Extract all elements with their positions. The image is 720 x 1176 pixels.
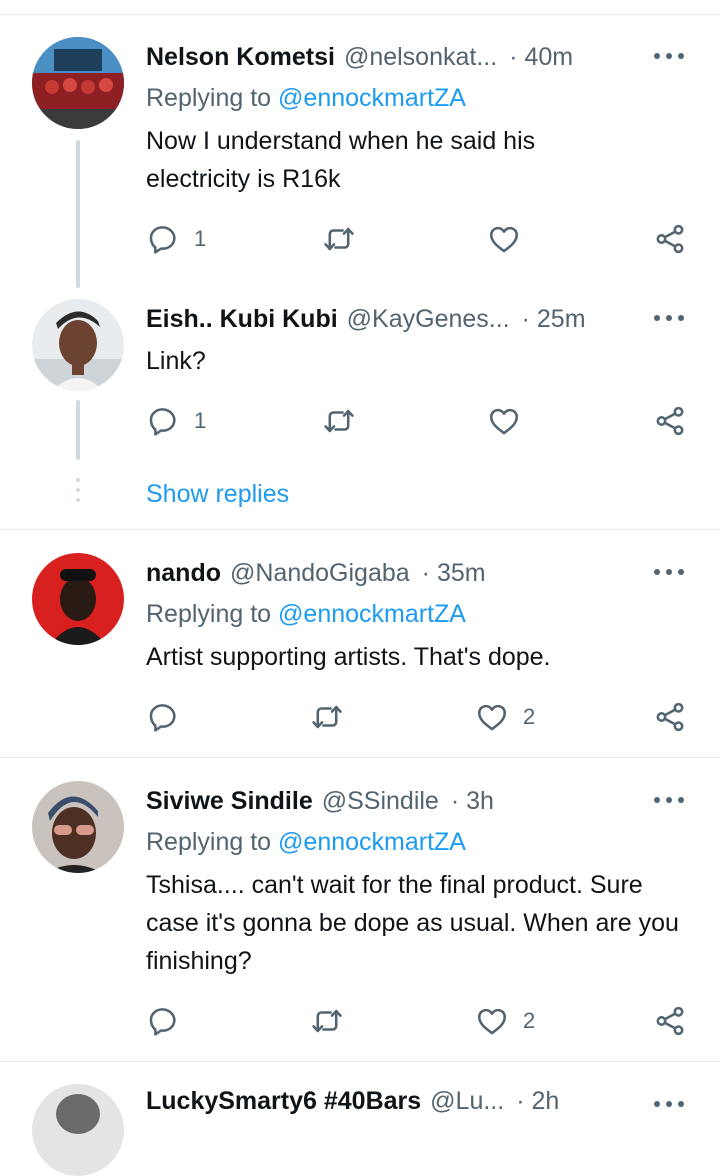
thread-line [76, 400, 80, 460]
like-button[interactable]: 2 [475, 1003, 535, 1039]
share-button[interactable] [653, 221, 687, 257]
tweet-header: Siviwe Sindile @SSindile · 3h [146, 784, 692, 818]
tweet-text: Now I understand when he said his electr… [146, 127, 536, 193]
display-name[interactable]: Siviwe Sindile [146, 787, 313, 816]
handle[interactable]: @SSindile [322, 787, 439, 816]
share-icon [653, 404, 687, 438]
reply-button[interactable] [146, 699, 180, 735]
tweet-header: LuckySmarty6 #40Bars @Lu... · 2h [146, 1084, 692, 1118]
display-name[interactable]: Eish.. Kubi Kubi [146, 305, 338, 334]
reply-button[interactable] [146, 1003, 180, 1039]
display-name[interactable]: Nelson Kometsi [146, 43, 335, 72]
replying-to-label: Replying to [146, 84, 272, 112]
replying-to: Replying to @ennockmartZA [146, 600, 466, 629]
reply-icon [146, 1004, 180, 1038]
retweet-icon [310, 700, 344, 734]
handle[interactable]: @KayGenes... [347, 305, 510, 334]
reply-icon [146, 700, 180, 734]
heart-icon [475, 1004, 509, 1038]
retweet-icon [322, 404, 356, 438]
share-icon [653, 1004, 687, 1038]
share-icon [653, 222, 687, 256]
avatar[interactable] [32, 1084, 124, 1176]
tweet-text: Artist supporting artists. That's dope. [146, 643, 551, 671]
share-button[interactable] [653, 699, 687, 735]
share-button[interactable] [653, 1003, 687, 1039]
replying-to-handle[interactable]: @ennockmartZA [278, 84, 466, 112]
tweet-text: Tshisa.... can't wait for the final prod… [146, 871, 679, 975]
tweet-header: nando @NandoGigaba · 35m [146, 556, 692, 590]
like-count: 2 [523, 704, 536, 729]
tweet-text: Link? [146, 347, 206, 375]
retweet-button[interactable] [310, 1003, 344, 1039]
timestamp[interactable]: · 2h [516, 1087, 559, 1116]
reply-button[interactable]: 1 [146, 403, 206, 439]
replying-to: Replying to @ennockmartZA [146, 84, 466, 113]
like-button[interactable] [487, 403, 521, 439]
thread-line [76, 140, 80, 288]
reply-count: 1 [194, 226, 207, 251]
share-button[interactable] [653, 403, 687, 439]
handle[interactable]: @Lu... [430, 1087, 504, 1116]
heart-icon [487, 404, 521, 438]
display-name[interactable]: LuckySmarty6 #40Bars [146, 1087, 421, 1116]
retweet-icon [310, 1004, 344, 1038]
retweet-icon [322, 222, 356, 256]
more-options-icon[interactable] [654, 308, 684, 328]
replying-to: Replying to @ennockmartZA [146, 828, 466, 857]
tweet-header: Eish.. Kubi Kubi @KayGenes... · 25m [146, 302, 692, 336]
more-options-icon[interactable] [654, 562, 684, 582]
timestamp[interactable]: · 35m [422, 559, 486, 588]
reply-count: 1 [194, 408, 207, 433]
show-replies-link[interactable]: Show replies [146, 480, 289, 509]
replying-to-handle[interactable]: @ennockmartZA [278, 600, 466, 628]
avatar[interactable] [32, 781, 124, 873]
share-icon [653, 700, 687, 734]
replying-to-label: Replying to [146, 600, 272, 628]
reply-button[interactable]: 1 [146, 221, 206, 257]
replying-to-handle[interactable]: @ennockmartZA [278, 828, 466, 856]
top-divider [0, 14, 720, 15]
avatar[interactable] [32, 553, 124, 645]
display-name[interactable]: nando [146, 559, 221, 588]
heart-icon [475, 700, 509, 734]
like-button[interactable]: 2 [475, 699, 535, 735]
timestamp[interactable]: · 3h [451, 787, 494, 816]
retweet-button[interactable] [310, 699, 344, 735]
tweet-header: Nelson Kometsi @nelsonkat... · 40m [146, 40, 692, 74]
tweet-divider [0, 1061, 720, 1062]
like-count: 2 [523, 1008, 536, 1033]
like-button[interactable] [487, 221, 521, 257]
more-options-icon[interactable] [654, 1094, 684, 1114]
tweet-divider [0, 529, 720, 530]
avatar[interactable] [32, 299, 124, 391]
retweet-button[interactable] [322, 221, 356, 257]
reply-icon [146, 404, 180, 438]
handle[interactable]: @nelsonkat... [344, 43, 497, 72]
thread-dots [76, 478, 80, 508]
more-options-icon[interactable] [654, 790, 684, 810]
replying-to-label: Replying to [146, 828, 272, 856]
retweet-button[interactable] [322, 403, 356, 439]
timestamp[interactable]: · 25m [522, 305, 586, 334]
tweet-divider [0, 757, 720, 758]
handle[interactable]: @NandoGigaba [230, 559, 410, 588]
reply-icon [146, 222, 180, 256]
heart-icon [487, 222, 521, 256]
avatar[interactable] [32, 37, 124, 129]
timestamp[interactable]: · 40m [509, 43, 573, 72]
more-options-icon[interactable] [654, 46, 684, 66]
